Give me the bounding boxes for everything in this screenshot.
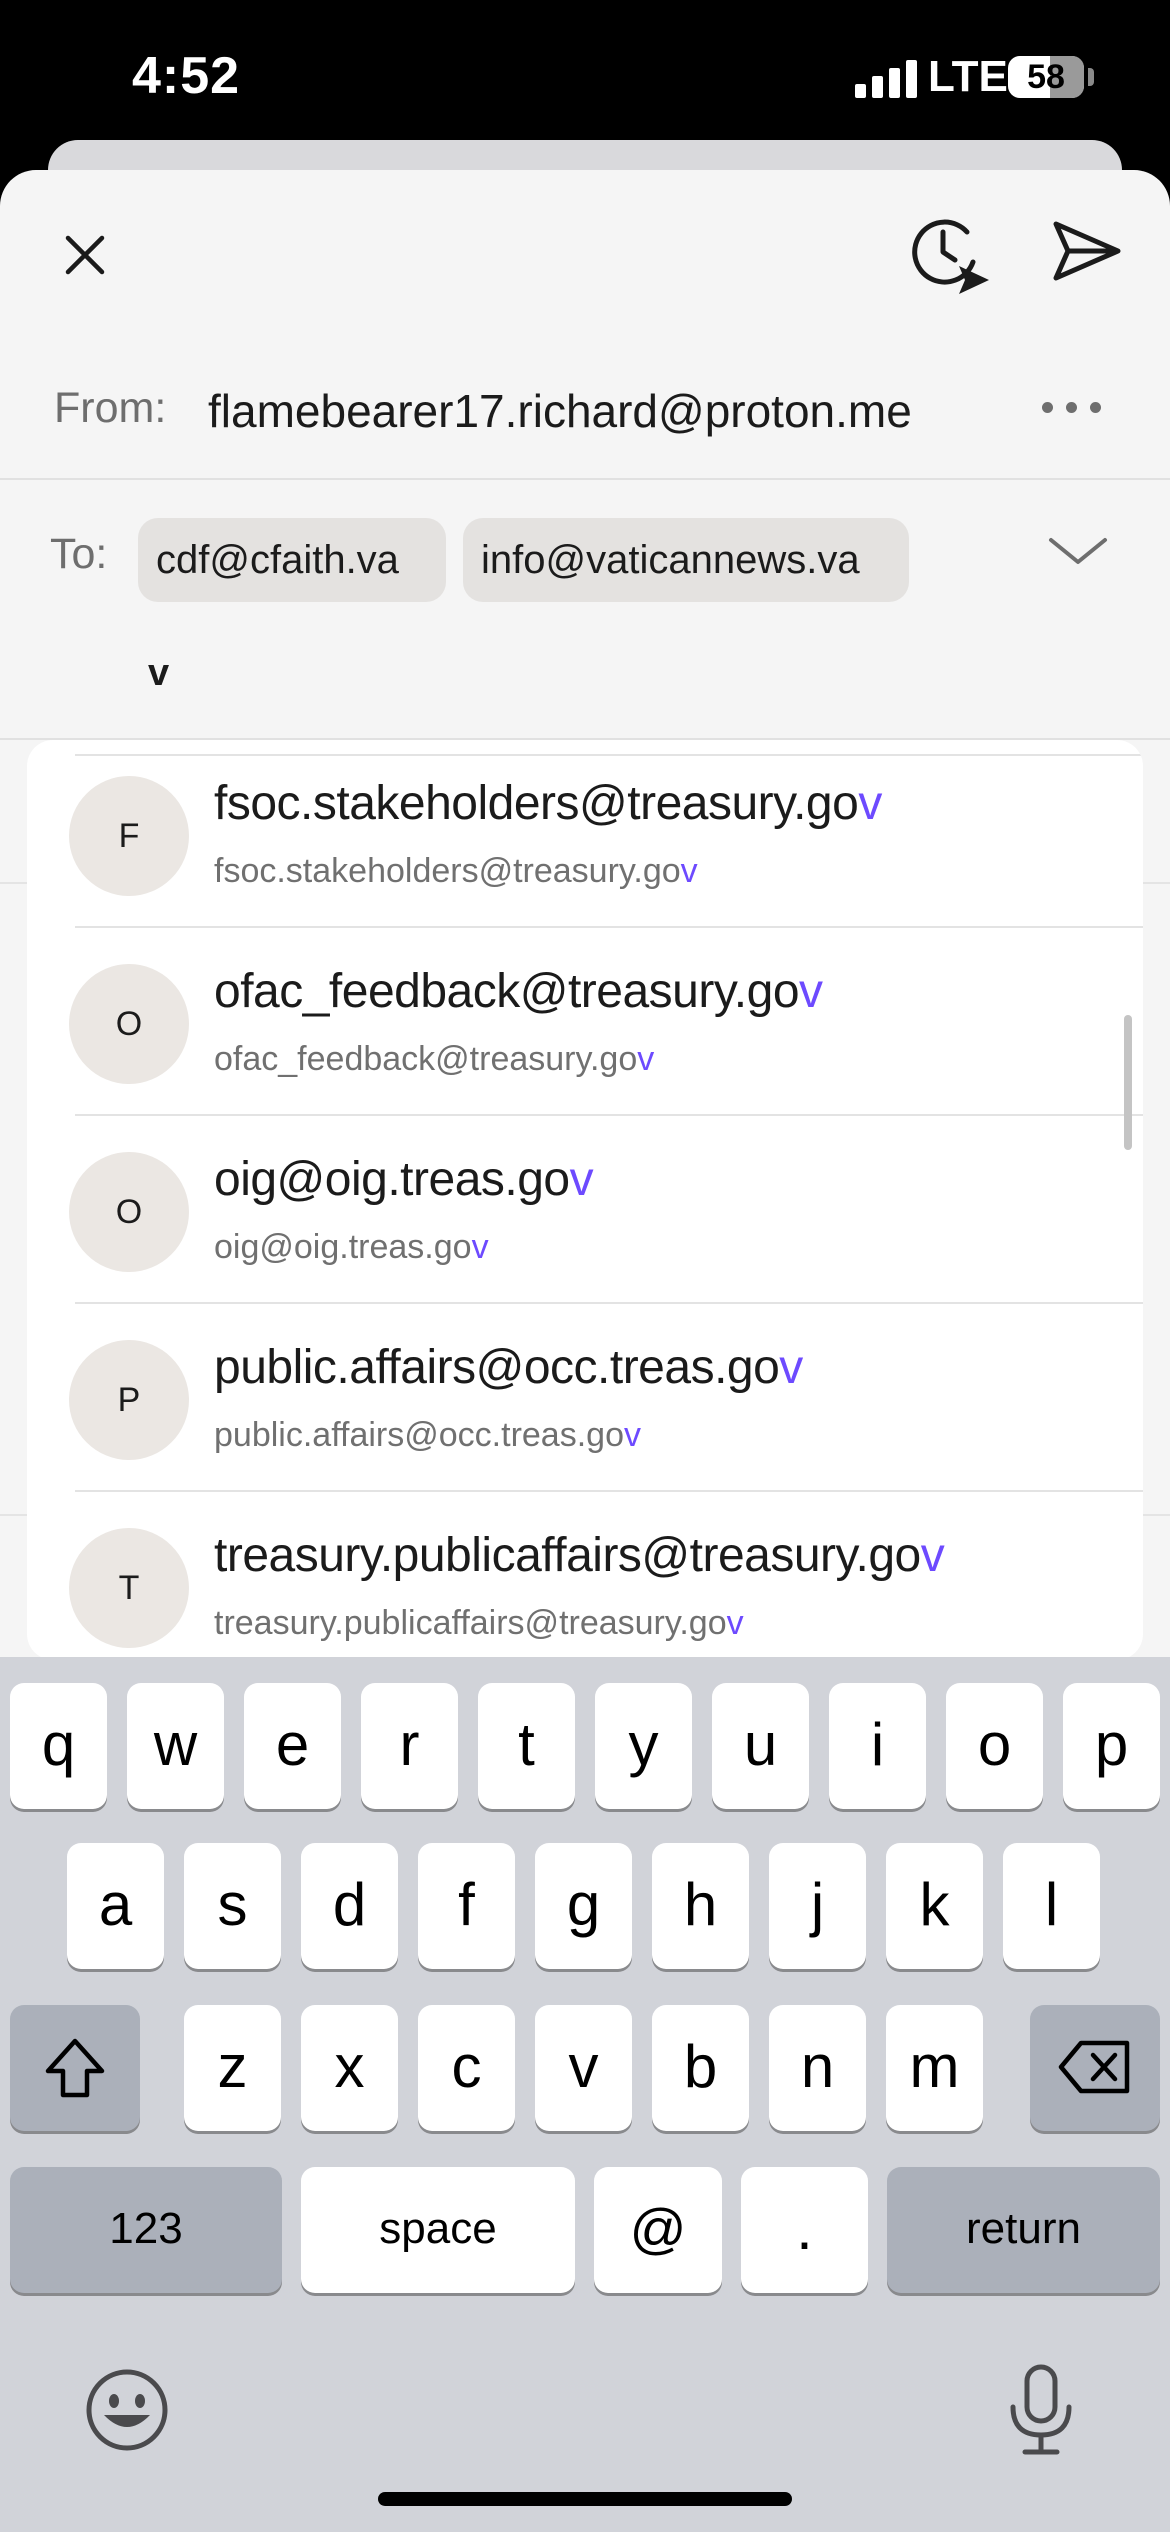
to-row[interactable]: To: cdf@cfaith.va info@vaticannews.va v <box>0 480 1170 740</box>
more-horizontal-icon <box>1066 402 1077 413</box>
schedule-send-icon <box>912 219 989 294</box>
key-m[interactable]: m <box>886 2005 983 2131</box>
chevron-down-icon <box>1049 538 1107 564</box>
backspace-icon <box>1058 2040 1130 2094</box>
expand-recipients-button[interactable] <box>1045 528 1111 574</box>
period-key[interactable]: . <box>741 2167 868 2293</box>
emoji-button[interactable] <box>84 2367 170 2453</box>
from-address[interactable]: flamebearer17.richard@proton.me <box>208 384 912 438</box>
more-horizontal-icon <box>1090 402 1101 413</box>
more-horizontal-icon <box>1042 402 1053 413</box>
key-r[interactable]: r <box>361 1683 458 1809</box>
to-label: To: <box>50 530 108 578</box>
suggestion-email: fsoc.stakeholders@treasury.gov <box>214 852 698 890</box>
key-s[interactable]: s <box>184 1843 281 1969</box>
key-e[interactable]: e <box>244 1683 341 1809</box>
key-c[interactable]: c <box>418 2005 515 2131</box>
key-v[interactable]: v <box>535 2005 632 2131</box>
at-key[interactable]: @ <box>594 2167 722 2293</box>
battery-level: 58 <box>1027 58 1065 96</box>
suggestion-email: ofac_feedback@treasury.gov <box>214 1040 655 1078</box>
key-i[interactable]: i <box>829 1683 926 1809</box>
suggestion-item[interactable]: F fsoc.stakeholders@treasury.gov fsoc.st… <box>27 740 1143 928</box>
emoji-icon <box>86 2369 168 2451</box>
key-h[interactable]: h <box>652 1843 749 1969</box>
key-o[interactable]: o <box>946 1683 1043 1809</box>
suggestion-name: treasury.publicaffairs@treasury.gov <box>214 1529 945 1582</box>
key-j[interactable]: j <box>769 1843 866 1969</box>
suggestion-name: ofac_feedback@treasury.gov <box>214 965 823 1018</box>
delete-key[interactable] <box>1030 2005 1160 2131</box>
key-z[interactable]: z <box>184 2005 281 2131</box>
send-icon <box>1053 221 1121 281</box>
key-f[interactable]: f <box>418 1843 515 1969</box>
return-key[interactable]: return <box>887 2167 1160 2293</box>
home-indicator[interactable] <box>378 2492 792 2506</box>
key-p[interactable]: p <box>1063 1683 1160 1809</box>
space-key[interactable]: space <box>301 2167 575 2293</box>
suggestion-item[interactable]: T treasury.publicaffairs@treasury.gov tr… <box>27 1492 1143 1660</box>
key-k[interactable]: k <box>886 1843 983 1969</box>
suggestion-item[interactable]: O ofac_feedback@treasury.gov ofac_feedba… <box>27 928 1143 1116</box>
shift-key[interactable] <box>10 2005 140 2131</box>
compose-toolbar <box>0 170 1170 340</box>
key-y[interactable]: y <box>595 1683 692 1809</box>
suggestion-email: treasury.publicaffairs@treasury.gov <box>214 1604 744 1642</box>
send-button[interactable] <box>1050 214 1124 288</box>
more-options-button[interactable] <box>1040 398 1104 418</box>
status-time: 4:52 <box>132 47 241 105</box>
status-bar: 4:52 LTE 58 <box>0 0 1170 160</box>
key-d[interactable]: d <box>301 1843 398 1969</box>
avatar: O <box>69 1152 189 1272</box>
dictation-button[interactable] <box>1005 2363 1077 2457</box>
key-n[interactable]: n <box>769 2005 866 2131</box>
shift-icon <box>45 2038 105 2098</box>
suggestion-email: oig@oig.treas.gov <box>214 1228 489 1266</box>
recipient-chip[interactable]: cdf@cfaith.va <box>138 518 446 602</box>
avatar: P <box>69 1340 189 1460</box>
signal-icon <box>855 58 917 98</box>
key-w[interactable]: w <box>127 1683 224 1809</box>
close-button[interactable] <box>50 220 120 290</box>
schedule-send-button[interactable] <box>905 210 995 300</box>
key-g[interactable]: g <box>535 1843 632 1969</box>
from-label: From: <box>54 384 167 432</box>
numbers-key[interactable]: 123 <box>10 2167 282 2293</box>
scrollbar[interactable] <box>1124 1015 1132 1150</box>
suggestion-name: fsoc.stakeholders@treasury.gov <box>214 777 882 830</box>
key-t[interactable]: t <box>478 1683 575 1809</box>
suggestion-item[interactable]: P public.affairs@occ.treas.gov public.af… <box>27 1304 1143 1492</box>
avatar: F <box>69 776 189 896</box>
key-b[interactable]: b <box>652 2005 749 2131</box>
key-l[interactable]: l <box>1003 1843 1100 1969</box>
from-row[interactable]: From: flamebearer17.richard@proton.me <box>0 370 1170 480</box>
to-input[interactable]: v <box>148 652 169 695</box>
close-icon <box>65 235 105 275</box>
recipient-chip[interactable]: info@vaticannews.va <box>463 518 909 602</box>
battery-icon: 58 <box>1008 56 1084 98</box>
suggestion-name: oig@oig.treas.gov <box>214 1153 594 1206</box>
avatar: T <box>69 1528 189 1648</box>
network-type: LTE <box>928 52 1008 101</box>
avatar: O <box>69 964 189 1084</box>
keyboard: q w e r t y u i o p a s d f g h j k l z … <box>0 1657 1170 2532</box>
key-x[interactable]: x <box>301 2005 398 2131</box>
key-a[interactable]: a <box>67 1843 164 1969</box>
suggestion-email: public.affairs@occ.treas.gov <box>214 1416 641 1454</box>
key-u[interactable]: u <box>712 1683 809 1809</box>
microphone-icon <box>1010 2364 1072 2455</box>
recipient-suggestions: F fsoc.stakeholders@treasury.gov fsoc.st… <box>27 740 1143 1660</box>
suggestion-name: public.affairs@occ.treas.gov <box>214 1341 803 1394</box>
suggestion-item[interactable]: O oig@oig.treas.gov oig@oig.treas.gov <box>27 1116 1143 1304</box>
key-q[interactable]: q <box>10 1683 107 1809</box>
